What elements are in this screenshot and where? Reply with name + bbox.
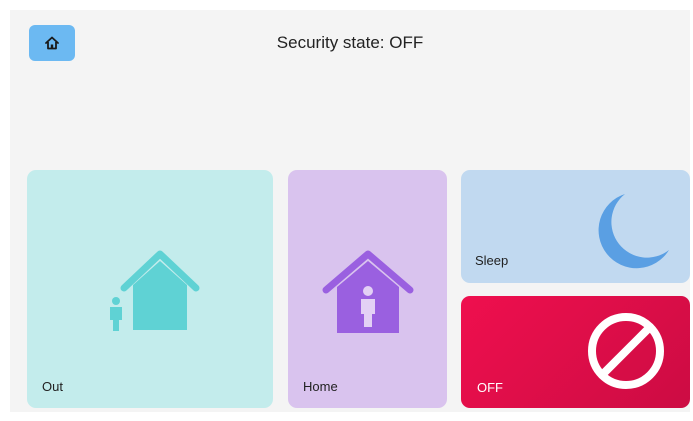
prohibited-icon [588, 313, 664, 389]
mode-label-home: Home [303, 379, 338, 394]
mode-tile-home[interactable]: Home [288, 170, 447, 408]
mode-tile-sleep[interactable]: Sleep [461, 170, 690, 283]
house-person-inside-icon [322, 250, 414, 333]
security-state-label: Security state: OFF [276, 33, 424, 52]
mode-label-sleep: Sleep [475, 253, 509, 268]
mode-tile-out[interactable]: Out [27, 170, 273, 408]
alarm-panel: Security state: OFF Out Home Sleep OFF [10, 10, 690, 412]
mode-label-off: OFF [477, 380, 503, 395]
house-person-outside-icon [110, 250, 200, 331]
moon-icon [598, 194, 669, 269]
mode-tile-off[interactable]: OFF [461, 296, 690, 408]
mode-label-out: Out [42, 379, 63, 394]
